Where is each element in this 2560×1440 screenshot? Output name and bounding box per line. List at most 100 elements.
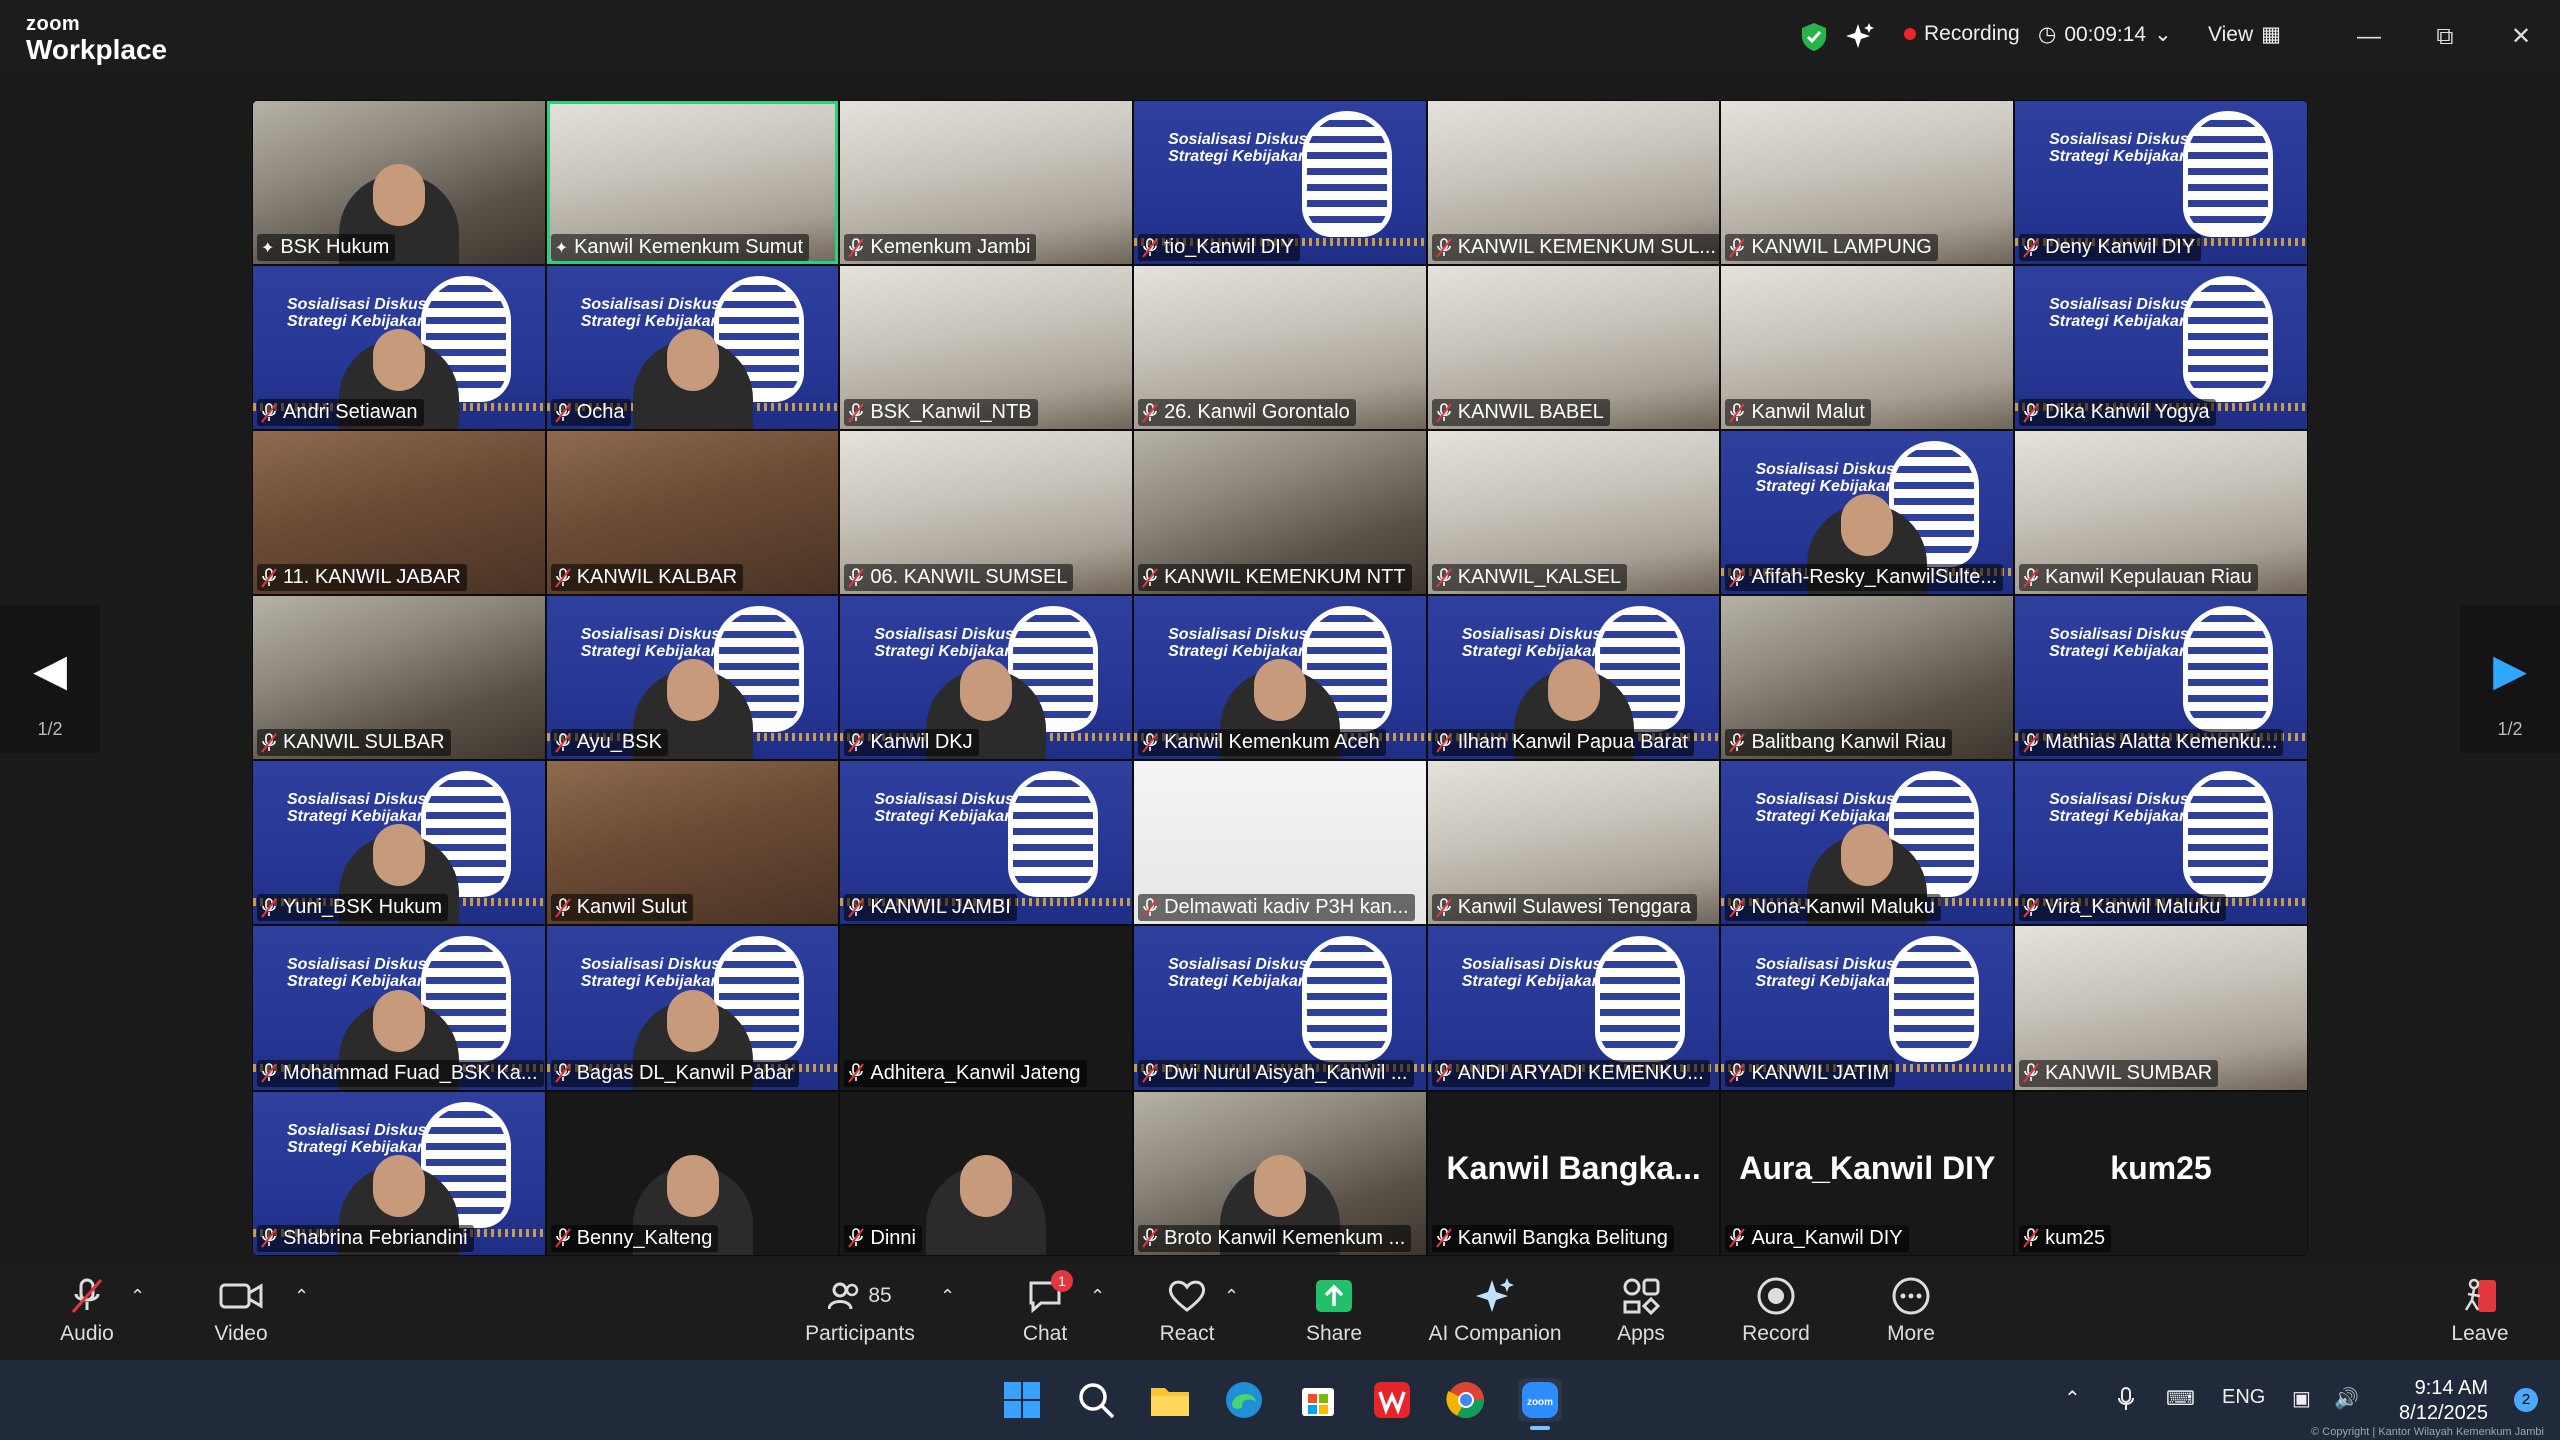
video-tile[interactable]: Balitbang Kanwil Riau [1720,595,2015,761]
video-tile[interactable]: KANWIL SULBAR [252,595,546,761]
volume-icon[interactable]: 🔊 [2334,1386,2359,1411]
edge-browser-icon[interactable] [1222,1378,1266,1422]
video-tile[interactable]: Broto Kanwil Kemenkum ... [1133,1090,1427,1256]
video-tile[interactable]: 11. KANWIL JABAR [252,430,546,596]
recording-indicator[interactable]: Recording [1904,22,2020,46]
minimize-button[interactable]: — [2352,20,2386,54]
participant-name-label: Broto Kanwil Kemenkum ... [1138,1224,1412,1252]
audio-options-caret-icon[interactable]: ⌃ [130,1286,145,1307]
windows-start-icon[interactable] [1000,1378,1044,1422]
react-button[interactable]: React [1152,1274,1222,1346]
microphone-muted-icon [1729,567,1746,588]
video-tile[interactable]: Kanwil Sulawesi Tenggara [1426,760,1721,926]
video-tile[interactable]: 06. KANWIL SUMSEL [839,430,1134,596]
keyboard-icon[interactable]: ⌨ [2166,1386,2195,1411]
leave-button[interactable]: Leave [2440,1274,2520,1346]
close-button[interactable]: ✕ [2504,20,2538,54]
video-tile[interactable]: Sosialisasi Diskusi Strategi Kebijakan Sha… [252,1090,546,1256]
video-tile[interactable]: KANWIL LAMPUNG [1720,100,2015,266]
network-icon[interactable]: ▣ [2292,1386,2311,1411]
video-tile[interactable]: Sosialisasi Diskusi Strategi Kebijakan Den… [2014,100,2308,266]
chat-caret-icon[interactable]: ⌃ [1090,1286,1105,1307]
video-tile[interactable]: Sosialisasi Diskusi Strategi Kebijakan Yun… [252,760,546,926]
microphone-tray-icon[interactable] [2116,1386,2136,1418]
video-tile[interactable]: KANWIL_KALSEL [1426,430,1721,596]
video-tile[interactable]: Kanwil Bangka... Kanwil Bangka Belitung [1426,1090,1721,1256]
video-options-caret-icon[interactable]: ⌃ [294,1286,309,1307]
copyright-watermark: © Copyright | Kantor Wilayah Kemenkum Ja… [2311,1426,2544,1438]
video-tile[interactable]: Sosialisasi Diskusi Strategi Kebijakan KAN… [839,760,1134,926]
next-page-button[interactable]: ▶ 1/2 [2460,605,2560,753]
participants-caret-icon[interactable]: ⌃ [940,1286,955,1307]
video-tile[interactable]: Delmawati kadiv P3H kan... [1133,760,1427,926]
zoom-taskbar-icon[interactable]: zoom [1518,1378,1562,1430]
video-tile[interactable]: KANWIL SUMBAR [2014,925,2308,1091]
video-tile[interactable]: Sosialisasi Diskusi Strategi Kebijakan Kan… [839,595,1134,761]
video-tile[interactable]: KANWIL BABEL [1426,265,1721,431]
video-tile[interactable]: KANWIL KEMENKUM NTT [1133,430,1427,596]
system-clock[interactable]: 9:14 AM 8/12/2025 [2399,1376,2488,1426]
ai-sparkle-icon[interactable] [1846,22,1874,50]
video-tile[interactable]: Sosialisasi Diskusi Strategi Kebijakan KAN… [1720,925,2015,1091]
video-tile[interactable]: Sosialisasi Diskusi Strategi Kebijakan Dwi… [1133,925,1427,1091]
video-tile[interactable]: Sosialisasi Diskusi Strategi Kebijakan AND… [1426,925,1721,1091]
restore-button[interactable]: ⧉ [2428,20,2462,54]
chat-button[interactable]: 1 Chat [1010,1270,1080,1346]
microsoft-store-icon[interactable] [1296,1378,1340,1422]
ai-companion-button[interactable]: AI Companion [1420,1274,1570,1346]
previous-page-button[interactable]: ◀ 1/2 [0,605,100,753]
video-tile[interactable]: ✦ BSK Hukum [252,100,546,266]
participant-name-label: Mathias Alatta Kemenku... [2019,729,2284,757]
security-shield-icon[interactable] [1800,22,1828,52]
video-tile[interactable]: Sosialisasi Diskusi Strategi Kebijakan Ilh… [1426,595,1721,761]
participant-name-label: ✦ Kanwil Kemenkum Sumut [550,234,810,262]
meeting-timer[interactable]: ◷ 00:09:14 ⌄ [2038,22,2172,47]
notification-badge[interactable]: 2 [2514,1388,2538,1412]
video-tile[interactable]: Sosialisasi Diskusi Strategi Kebijakan Moh… [252,925,546,1091]
video-tile[interactable]: Kanwil Sulut [545,760,840,926]
search-icon[interactable] [1074,1378,1118,1422]
video-tile[interactable]: 26. Kanwil Gorontalo [1133,265,1427,431]
participant-name: Delmawati kadiv P3H kan... [1164,896,1409,919]
video-tile[interactable]: Sosialisasi Diskusi Strategi Kebijakan And… [252,265,546,431]
video-tile[interactable]: Kanwil Kepulauan Riau [2014,430,2308,596]
video-tile[interactable]: Sosialisasi Diskusi Strategi Kebijakan Ayu… [545,595,840,761]
video-tile[interactable]: Sosialisasi Diskusi Strategi Kebijakan Kan… [1133,595,1427,761]
video-tile[interactable]: Aura_Kanwil DIY Aura_Kanwil DIY [1720,1090,2015,1256]
video-tile[interactable]: Sosialisasi Diskusi Strategi Kebijakan Non… [1720,760,2015,926]
video-tile[interactable]: ✦ Kanwil Kemenkum Sumut [545,100,840,266]
video-tile[interactable]: Sosialisasi Diskusi Strategi Kebijakan Och… [545,265,840,431]
video-tile[interactable]: BSK_Kanwil_NTB [839,265,1134,431]
audio-button[interactable]: Audio [52,1274,122,1346]
participant-name: Nona-Kanwil Maluku [1751,896,1935,919]
record-button[interactable]: Record [1736,1274,1816,1346]
react-caret-icon[interactable]: ⌃ [1224,1286,1239,1307]
video-tile[interactable]: Sosialisasi Diskusi Strategi Kebijakan tio… [1133,100,1427,266]
video-tile[interactable]: Benny_Kalteng [545,1090,840,1256]
video-tile[interactable]: Sosialisasi Diskusi Strategi Kebijakan Vir… [2014,760,2308,926]
participant-name: KANWIL KEMENKUM NTT [1164,566,1406,589]
video-tile[interactable]: kum25 kum25 [2014,1090,2308,1256]
video-tile[interactable]: Dinni [839,1090,1134,1256]
chrome-icon[interactable] [1444,1378,1488,1422]
video-tile[interactable]: Sosialisasi Diskusi Strategi Kebijakan Bag… [545,925,840,1091]
view-button[interactable]: View ▦ [2208,22,2281,47]
wps-office-icon[interactable] [1370,1378,1414,1422]
video-tile[interactable]: Kemenkum Jambi [839,100,1134,266]
video-tile[interactable]: KANWIL KALBAR [545,430,840,596]
participants-button[interactable]: 85 Participants [800,1274,920,1346]
more-button[interactable]: More [1876,1274,1946,1346]
participant-name-label: 06. KANWIL SUMSEL [844,564,1074,592]
video-button[interactable]: Video [206,1274,276,1346]
video-tile[interactable]: Sosialisasi Diskusi Strategi Kebijakan Dik… [2014,265,2308,431]
apps-button[interactable]: Apps [1606,1274,1676,1346]
show-hidden-icons-caret-icon[interactable]: ⌃ [2064,1386,2081,1411]
video-tile[interactable]: Kanwil Malut [1720,265,2015,431]
language-indicator[interactable]: ENG [2222,1386,2265,1409]
video-tile[interactable]: KANWIL KEMENKUM SUL... [1426,100,1721,266]
video-tile[interactable]: Sosialisasi Diskusi Strategi Kebijakan Mat… [2014,595,2308,761]
video-tile[interactable]: Adhitera_Kanwil Jateng [839,925,1134,1091]
file-explorer-icon[interactable] [1148,1378,1192,1422]
video-tile[interactable]: Sosialisasi Diskusi Strategi Kebijakan Afi… [1720,430,2015,596]
share-button[interactable]: Share [1296,1274,1372,1346]
